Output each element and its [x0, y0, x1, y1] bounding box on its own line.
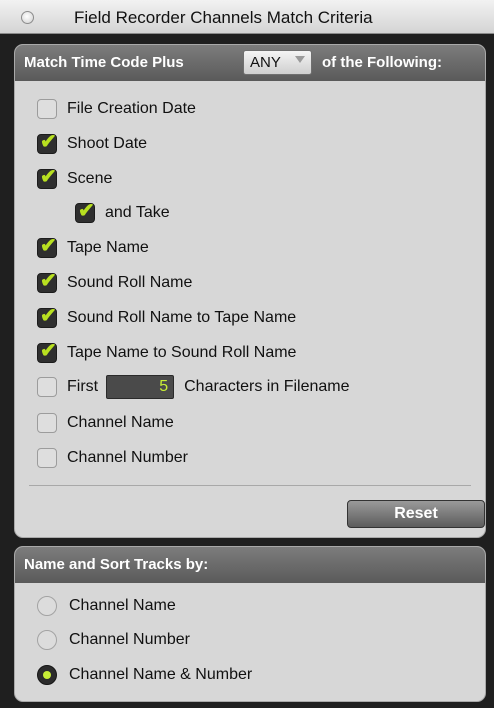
match-mode-value: ANY [250, 54, 281, 71]
checkbox-tape-name[interactable]: ✔ [37, 235, 57, 258]
radio-channel-number[interactable] [37, 630, 57, 650]
radio-dot-icon [43, 671, 51, 679]
checkbox-tape-to-sound-roll[interactable]: ✔ [37, 340, 57, 363]
option-label-after: Characters in Filename [184, 378, 350, 395]
window-title: Field Recorder Channels Match Criteria [74, 8, 373, 27]
option-label: Sound Roll Name [67, 274, 193, 291]
option-label: Scene [67, 170, 113, 187]
title-bar: Field Recorder Channels Match Criteria [0, 0, 494, 34]
checkbox-file-creation-date[interactable] [37, 99, 57, 119]
checkbox-sound-roll-name[interactable]: ✔ [37, 270, 57, 293]
option-shoot-date[interactable]: ✔ Shoot Date [37, 131, 148, 156]
option-label: Channel Number [67, 449, 188, 466]
radio-channel-name-number[interactable] [37, 665, 57, 685]
checkmark-icon: ✔ [40, 166, 57, 188]
reset-button[interactable]: Reset [347, 500, 485, 528]
checkbox-sound-roll-to-tape[interactable]: ✔ [37, 305, 57, 328]
match-header-suffix: of the Following: [322, 54, 442, 71]
option-first-characters[interactable]: First 5 Characters in Filename [37, 375, 350, 399]
option-label: Tape Name to Sound Roll Name [67, 344, 297, 361]
option-channel-number[interactable]: Channel Number [37, 446, 188, 470]
sort-tracks-header: Name and Sort Tracks by: [15, 547, 485, 583]
checkmark-icon: ✔ [40, 131, 57, 153]
match-criteria-header: Match Time Code Plus ANY of the Followin… [15, 45, 485, 81]
option-label: and Take [105, 204, 170, 221]
sort-option-channel-name[interactable]: Channel Name [37, 594, 176, 618]
window-circle-icon[interactable] [21, 11, 34, 24]
option-tape-to-sound-roll[interactable]: ✔ Tape Name to Sound Roll Name [37, 340, 297, 365]
characters-count-field[interactable]: 5 [106, 375, 175, 399]
option-channel-name[interactable]: Channel Name [37, 411, 174, 435]
checkmark-icon: ✔ [40, 340, 57, 362]
triangle-down-icon [295, 56, 305, 63]
option-label: File Creation Date [67, 100, 196, 117]
sort-option-label: Channel Name & Number [69, 666, 253, 683]
option-scene[interactable]: ✔ Scene [37, 166, 113, 191]
divider [29, 485, 471, 486]
checkbox-and-take[interactable]: ✔ [75, 200, 95, 223]
option-label: Channel Name [67, 414, 174, 431]
option-label: Tape Name [67, 239, 149, 256]
sort-tracks-panel: Name and Sort Tracks by: Channel Name Ch… [14, 546, 486, 702]
option-sound-roll-name[interactable]: ✔ Sound Roll Name [37, 270, 193, 295]
checkbox-first-characters[interactable] [37, 377, 57, 397]
sort-header-label: Name and Sort Tracks by: [24, 556, 209, 573]
checkbox-channel-number[interactable] [37, 448, 57, 468]
option-file-creation-date[interactable]: File Creation Date [37, 97, 196, 121]
match-header-prefix: Match Time Code Plus [24, 54, 184, 71]
sort-option-channel-name-number[interactable]: Channel Name & Number [37, 663, 252, 687]
checkbox-shoot-date[interactable]: ✔ [37, 131, 57, 154]
option-label-before: First [67, 378, 99, 395]
option-tape-name[interactable]: ✔ Tape Name [37, 235, 149, 260]
radio-channel-name[interactable] [37, 596, 57, 616]
checkmark-icon: ✔ [40, 305, 57, 327]
checkmark-icon: ✔ [40, 270, 57, 292]
sort-option-label: Channel Name [69, 597, 176, 614]
option-label: Shoot Date [67, 135, 148, 152]
checkmark-icon: ✔ [40, 235, 57, 257]
sort-option-label: Channel Number [69, 631, 190, 648]
checkmark-icon: ✔ [78, 200, 95, 222]
sort-option-channel-number[interactable]: Channel Number [37, 628, 190, 652]
option-sound-roll-to-tape[interactable]: ✔ Sound Roll Name to Tape Name [37, 305, 297, 330]
match-mode-dropdown[interactable]: ANY [243, 50, 312, 75]
option-label: Sound Roll Name to Tape Name [67, 309, 297, 326]
checkbox-scene[interactable]: ✔ [37, 166, 57, 189]
checkbox-channel-name[interactable] [37, 413, 57, 433]
match-criteria-panel: Match Time Code Plus ANY of the Followin… [14, 44, 486, 538]
option-and-take[interactable]: ✔ and Take [75, 200, 170, 225]
